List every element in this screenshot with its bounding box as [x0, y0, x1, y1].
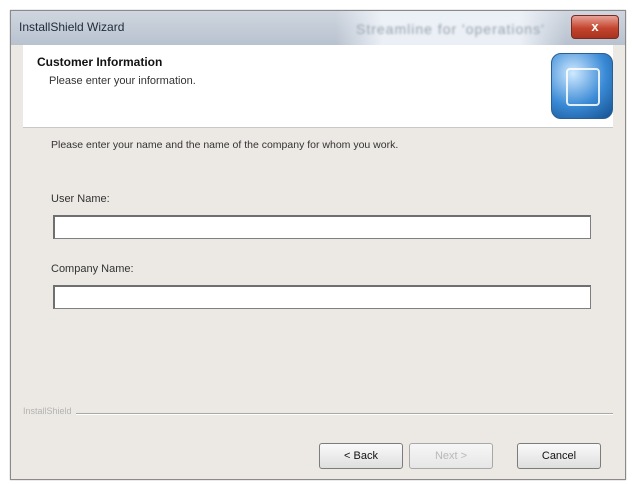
title-bar[interactable]: InstallShield Wizard Streamline for 'ope…	[11, 11, 625, 45]
user-name-input[interactable]	[53, 215, 591, 239]
computer-icon	[566, 68, 600, 106]
cancel-button[interactable]: Cancel	[517, 443, 601, 469]
installshield-wizard-window: InstallShield Wizard Streamline for 'ope…	[10, 10, 626, 480]
wizard-header: Customer Information Please enter your i…	[23, 45, 613, 128]
installshield-brand-label: InstallShield	[23, 406, 76, 416]
company-name-label: Company Name:	[51, 263, 134, 275]
footer-divider	[23, 413, 613, 415]
background-window-title: Streamline for 'operations'	[356, 21, 545, 37]
instruction-text: Please enter your name and the name of t…	[51, 139, 399, 151]
page-subtitle: Please enter your information.	[49, 75, 196, 87]
page-heading: Customer Information	[37, 55, 163, 69]
company-name-input[interactable]	[53, 285, 591, 309]
next-button[interactable]: Next >	[409, 443, 493, 469]
back-button[interactable]: < Back	[319, 443, 403, 469]
user-name-label: User Name:	[51, 193, 110, 205]
close-button[interactable]: x	[571, 15, 619, 39]
background-window-title-area: Streamline for 'operations'	[336, 11, 566, 45]
window-title: InstallShield Wizard	[19, 20, 125, 34]
installer-logo-icon	[551, 53, 613, 119]
